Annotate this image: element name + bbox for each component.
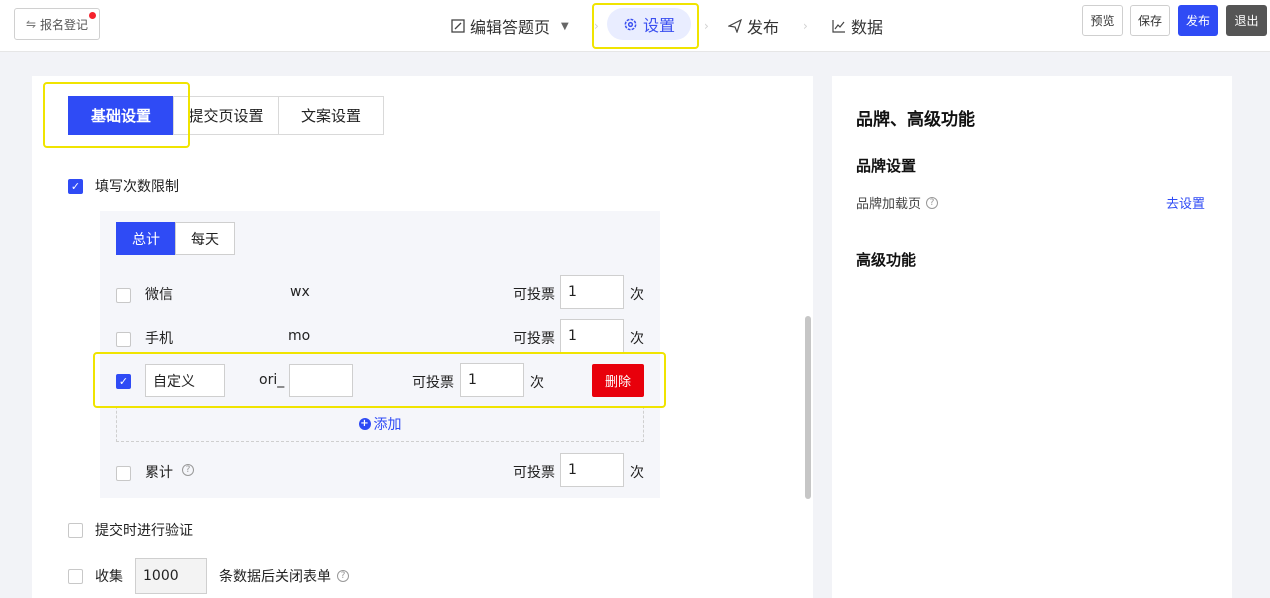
collect-suffix: 条数据后关闭表单 [219, 569, 331, 585]
back-button[interactable]: ⇋ 报名登记 [14, 8, 100, 40]
nav-data[interactable]: 数据 [832, 0, 883, 52]
add-row-button[interactable]: + 添加 [116, 406, 644, 442]
gear-icon [624, 18, 637, 30]
swap-arrows-icon: ⇋ [25, 17, 37, 31]
fill-limit-label: 填写次数限制 [95, 179, 179, 195]
fill-limit-row: ✓ 填写次数限制 [68, 176, 179, 196]
caret-down-icon[interactable]: ▼ [561, 0, 569, 52]
save-button[interactable]: 保存 [1130, 5, 1170, 36]
brand-loading-label: 品牌加载页 [856, 197, 922, 212]
mobile-checkbox[interactable] [116, 332, 131, 347]
collect-row: 收集 1000 条数据后关闭表单 ? [68, 558, 349, 594]
nav-data-label: 数据 [851, 18, 884, 37]
tab-basic-settings[interactable]: 基础设置 [68, 96, 174, 135]
help-icon[interactable]: ? [182, 464, 194, 476]
edit-page-icon [451, 19, 465, 33]
brand-advanced-panel: 品牌、高级功能 品牌设置 品牌加载页 ? 去设置 高级功能 [832, 76, 1232, 598]
mobile-vote-input[interactable]: 1 [560, 319, 624, 353]
settings-panel: 基础设置 提交页设置 文案设置 ✓ 填写次数限制 总计 每天 微信 wx 可投票… [32, 76, 813, 598]
wechat-key: wx [290, 284, 310, 300]
publish-button[interactable]: 发布 [1178, 5, 1218, 36]
mobile-label: 手机 [145, 331, 173, 347]
top-bar: ⇋ 报名登记 编辑答题页 ▼ › 设置 › 发布 › 数据 预览 保存 发布 退… [0, 0, 1270, 52]
tab-copy-settings[interactable]: 文案设置 [278, 96, 384, 135]
custom-key-input[interactable] [289, 364, 353, 397]
help-icon[interactable]: ? [337, 570, 349, 582]
nav-publish-label: 发布 [747, 18, 780, 37]
custom-vote-input[interactable]: 1 [460, 363, 524, 397]
nav-settings-label: 设置 [642, 16, 675, 35]
chevron-right-icon: › [594, 19, 599, 33]
nav-edit-label: 编辑答题页 [470, 18, 551, 37]
custom-name-input[interactable]: 自定义 [145, 364, 225, 397]
send-icon [728, 19, 742, 33]
fill-limit-checkbox[interactable]: ✓ [68, 178, 83, 194]
chevron-right-icon: › [803, 19, 808, 33]
notification-dot [89, 12, 96, 19]
cumulative-vote-input[interactable]: 1 [560, 453, 624, 487]
custom-key-prefix: ori_ [259, 372, 285, 388]
verify-checkbox[interactable] [68, 522, 83, 538]
chevron-right-icon: › [704, 19, 709, 33]
period-total-button[interactable]: 总计 [116, 222, 176, 255]
nav-settings[interactable]: 设置 [607, 8, 691, 40]
mobile-vote-label: 可投票 [513, 331, 555, 347]
back-button-label: 报名登记 [40, 17, 89, 32]
wechat-label: 微信 [145, 287, 173, 303]
custom-vote-label: 可投票 [412, 375, 454, 391]
verify-row: 提交时进行验证 [68, 520, 193, 540]
custom-unit: 次 [530, 375, 544, 391]
brand-loading-row: 品牌加载页 ? [856, 193, 939, 212]
wechat-vote-input[interactable]: 1 [560, 275, 624, 309]
go-settings-link[interactable]: 去设置 [1166, 193, 1205, 212]
right-panel-title: 品牌、高级功能 [856, 110, 975, 130]
collect-count-input[interactable]: 1000 [135, 558, 207, 594]
fill-limit-options: 总计 每天 微信 wx 可投票 1 次 手机 mo 可投票 1 次 ✓ 自定义 … [100, 211, 660, 498]
verify-label: 提交时进行验证 [95, 523, 193, 539]
line-chart-icon [832, 20, 845, 33]
scrollbar[interactable] [805, 316, 811, 499]
cumulative-vote-label: 可投票 [513, 465, 555, 481]
help-icon[interactable]: ? [926, 196, 939, 209]
add-row-label: 添加 [373, 417, 402, 433]
wechat-vote-label: 可投票 [513, 287, 555, 303]
preview-button[interactable]: 预览 [1082, 5, 1123, 36]
delete-custom-button[interactable]: 删除 [592, 364, 644, 397]
limit-period-toggle: 总计 每天 [116, 222, 235, 255]
plus-circle-icon: + [358, 418, 371, 430]
advanced-features-heading: 高级功能 [856, 251, 917, 269]
mobile-unit: 次 [630, 331, 644, 347]
custom-checkbox[interactable]: ✓ [116, 374, 131, 389]
settings-tabs: 基础设置 提交页设置 文案设置 [68, 96, 384, 135]
tab-submit-page-settings[interactable]: 提交页设置 [173, 96, 279, 135]
period-daily-button[interactable]: 每天 [175, 222, 235, 255]
nav-publish[interactable]: 发布 [728, 0, 779, 52]
mobile-key: mo [288, 328, 311, 344]
collect-checkbox[interactable] [68, 568, 83, 584]
cumulative-unit: 次 [630, 465, 644, 481]
nav-edit[interactable]: 编辑答题页 [451, 0, 550, 52]
exit-button[interactable]: 退出 [1226, 5, 1267, 36]
cumulative-checkbox[interactable] [116, 466, 131, 481]
cumulative-label: 累计 [145, 465, 173, 481]
collect-prefix: 收集 [95, 569, 123, 585]
wechat-unit: 次 [630, 287, 644, 303]
wechat-checkbox[interactable] [116, 288, 131, 303]
brand-settings-heading: 品牌设置 [856, 157, 917, 175]
